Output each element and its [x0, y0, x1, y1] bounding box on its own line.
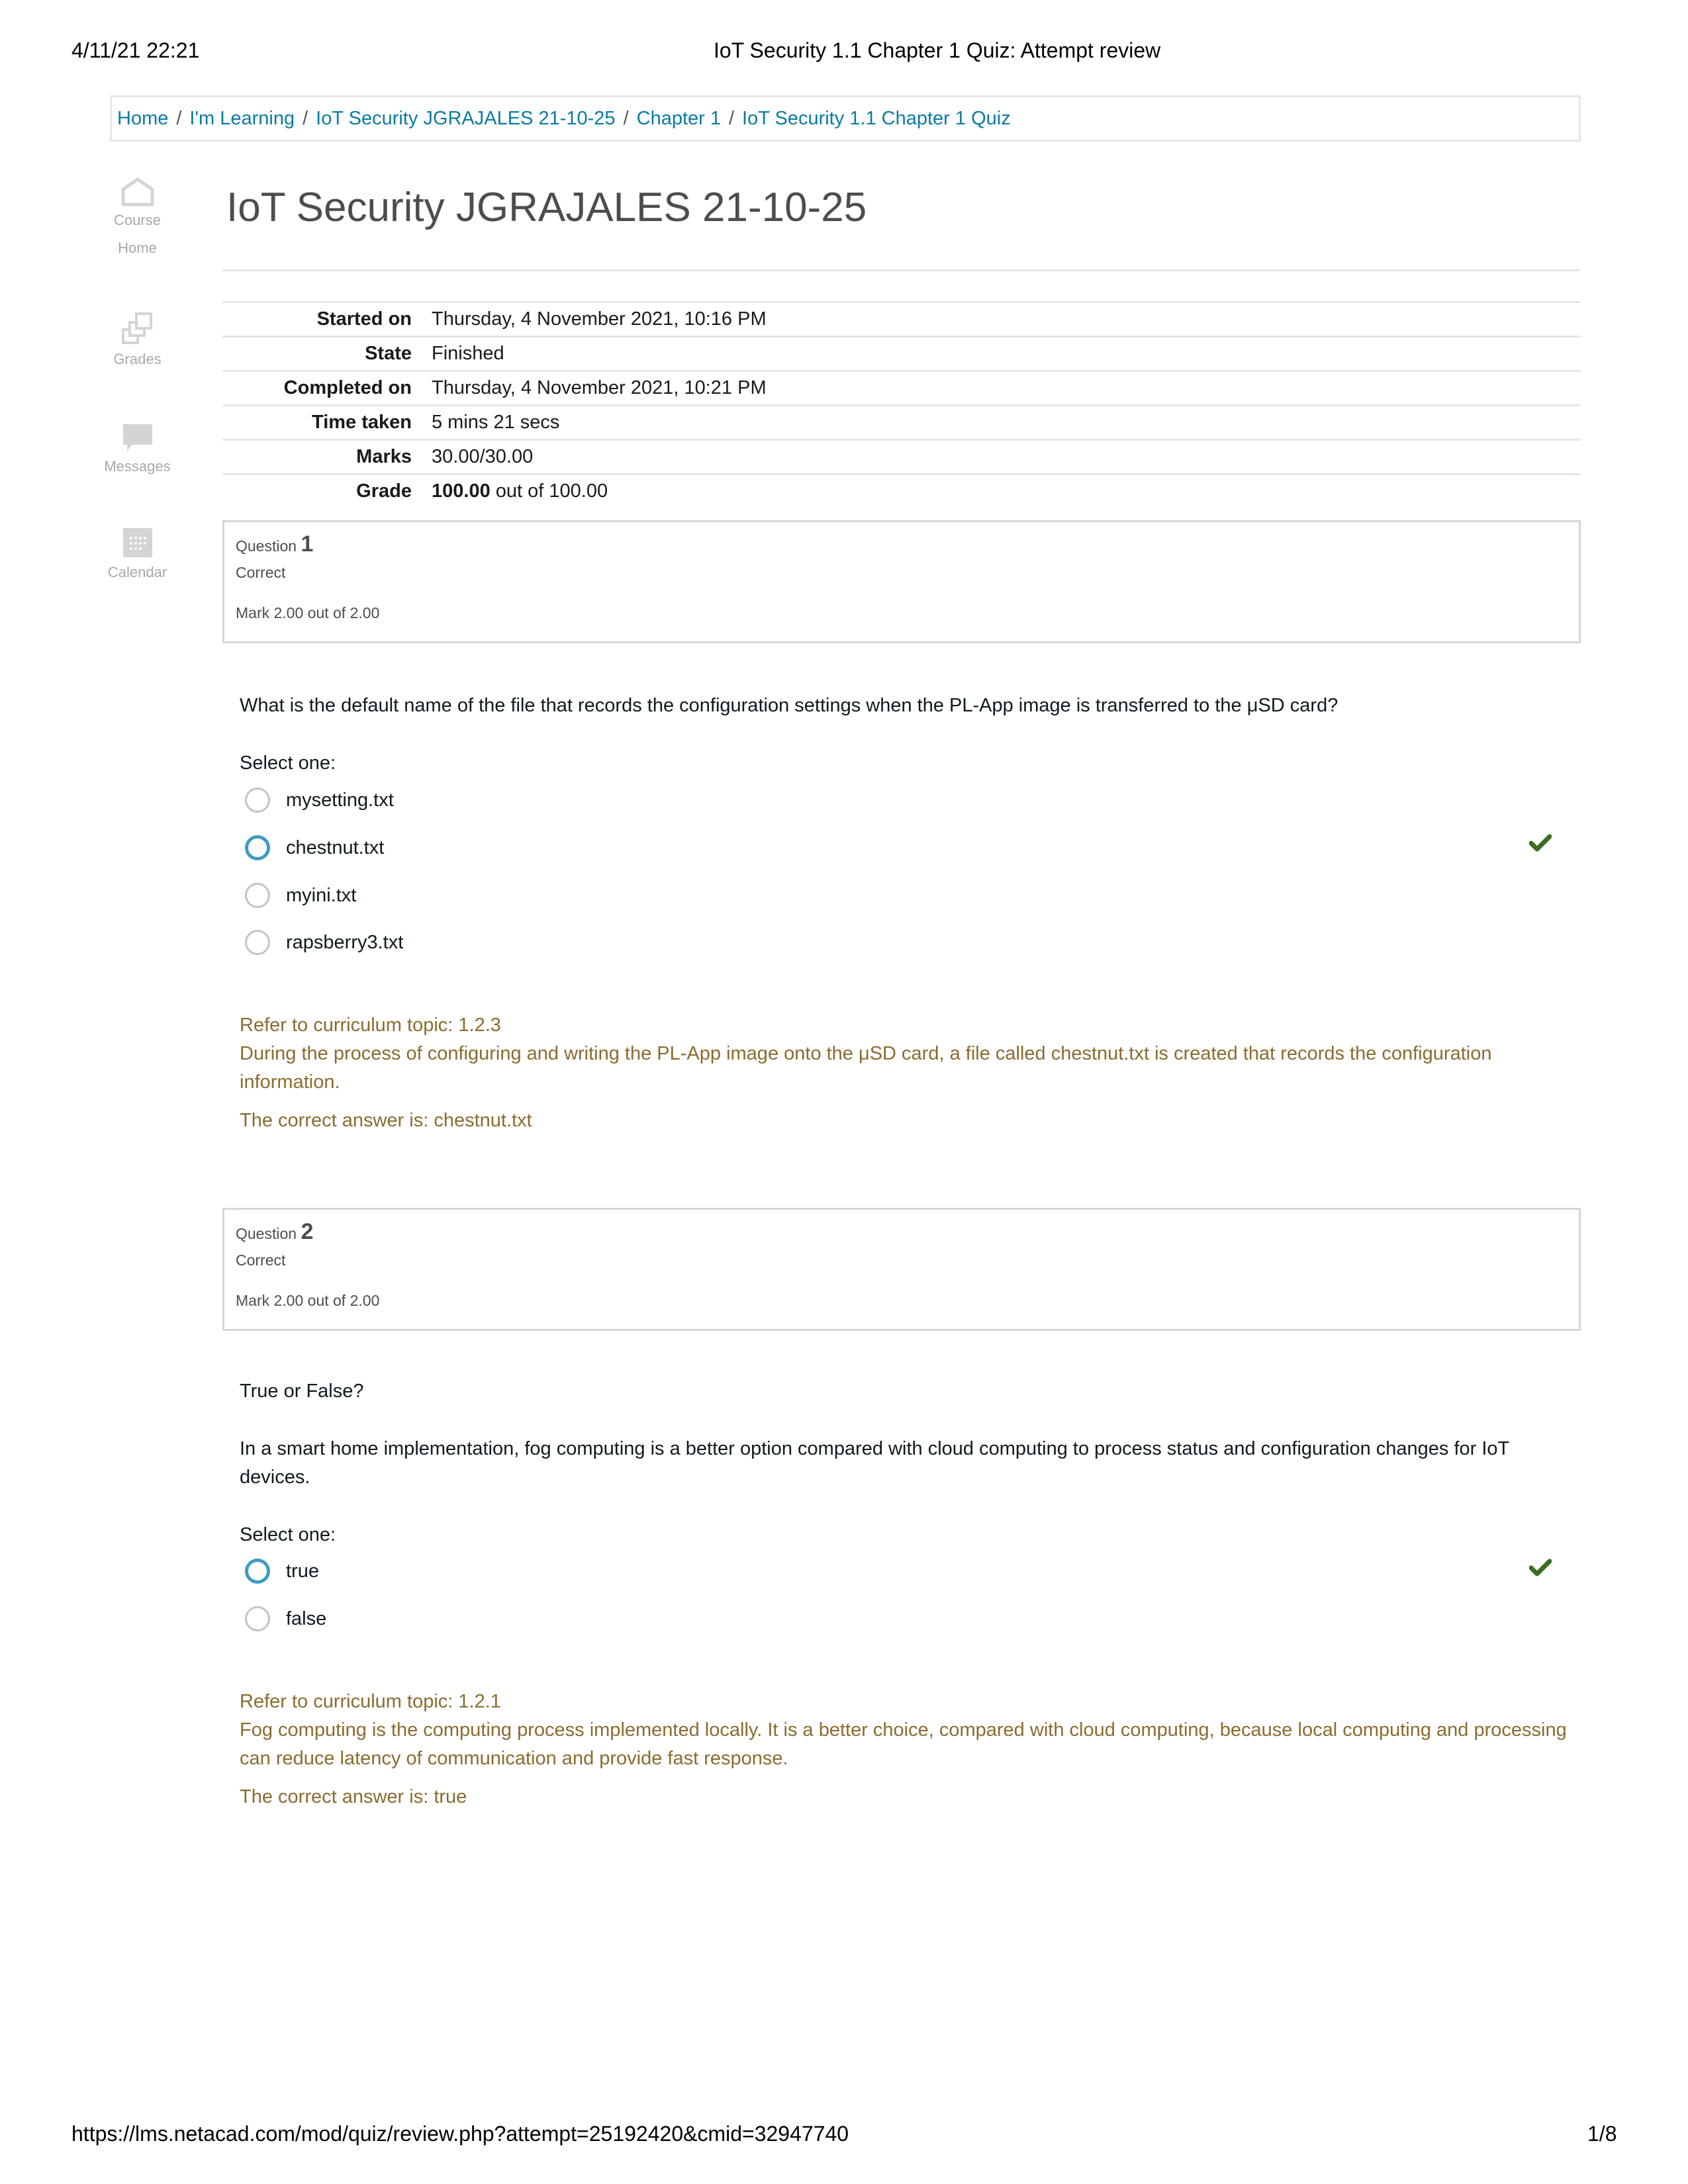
option-label: rapsberry3.txt — [286, 931, 404, 953]
question-2-correct-answer: The correct answer is: true — [240, 1786, 467, 1807]
question-2-text: In a smart home implementation, fog comp… — [240, 1438, 1509, 1488]
question-mark: Mark 2.00 out of 2.00 — [236, 604, 380, 621]
summary-row-started-on: Started on Thursday, 4 November 2021, 10… — [222, 301, 1581, 336]
question-label: Question — [236, 1225, 297, 1242]
question-1-option[interactable]: mysetting.txt — [245, 788, 394, 813]
print-datetime: 4/11/21 22:21 — [71, 38, 200, 62]
question-number-value: 2 — [301, 1219, 314, 1244]
summary-value: 5 mins 21 secs — [432, 412, 560, 433]
summary-value: Thursday, 4 November 2021, 10:21 PM — [432, 377, 767, 398]
question-state: Correct — [236, 564, 286, 581]
sidenav-label: Course — [114, 212, 161, 228]
option-label: chestnut.txt — [286, 837, 385, 858]
breadcrumb-separator: / — [176, 107, 182, 129]
option-label: mysetting.txt — [286, 789, 394, 811]
correct-check-icon — [1529, 1559, 1552, 1576]
breadcrumb: Home / I'm Learning / IoT Security JGRAJ… — [110, 95, 1581, 142]
summary-row-completed-on: Completed on Thursday, 4 November 2021, … — [222, 370, 1581, 404]
print-title: IoT Security 1.1 Chapter 1 Quiz: Attempt… — [714, 38, 1161, 62]
question-2-option[interactable]: false — [245, 1606, 326, 1631]
title-divider — [222, 269, 1581, 271]
option-label: myini.txt — [286, 884, 357, 906]
page-title: IoT Security JGRAJALES 21-10-25 — [226, 185, 867, 230]
summary-key: Grade — [356, 480, 412, 502]
question-1-feedback-topic: Refer to curriculum topic: 1.2.3 — [240, 1015, 501, 1036]
sidenav-label: Grades — [113, 351, 162, 367]
question-1-correct-answer: The correct answer is: chestnut.txt — [240, 1110, 532, 1131]
question-number-value: 1 — [301, 531, 314, 557]
grade-out-of: out of 100.00 — [490, 480, 608, 502]
question-1-option[interactable]: myini.txt — [245, 883, 356, 908]
calendar-icon — [122, 528, 152, 557]
summary-row-grade: Grade 100.00 out of 100.00 — [222, 473, 1581, 508]
question-1-info: Question 1 Correct Mark 2.00 out of 2.00 — [222, 520, 1581, 643]
question-1-text: What is the default name of the file tha… — [240, 695, 1338, 716]
summary-key: Time taken — [312, 412, 412, 433]
breadcrumb-chapter[interactable]: Chapter 1 — [637, 108, 721, 130]
grades-icon — [121, 312, 152, 344]
breadcrumb-home[interactable]: Home — [117, 108, 168, 130]
sidenav-course-home[interactable]: Course Home — [93, 177, 182, 262]
question-2-select-prompt: Select one: — [240, 1524, 336, 1545]
option-label: false — [286, 1608, 327, 1629]
breadcrumb-course[interactable]: IoT Security JGRAJALES 21-10-25 — [316, 108, 615, 130]
radio-button-selected[interactable] — [245, 1559, 270, 1584]
print-url: https://lms.netacad.com/mod/quiz/review.… — [71, 2122, 849, 2146]
sidenav-grades[interactable]: Grades — [93, 311, 182, 373]
question-2-feedback-topic: Refer to curriculum topic: 1.2.1 — [240, 1691, 501, 1712]
breadcrumb-quiz[interactable]: IoT Security 1.1 Chapter 1 Quiz — [742, 108, 1011, 130]
radio-button[interactable] — [245, 930, 270, 955]
summary-key: Completed on — [283, 377, 412, 398]
summary-value: 100.00 out of 100.00 — [432, 480, 608, 502]
question-state: Correct — [236, 1251, 286, 1269]
summary-row-time-taken: Time taken 5 mins 21 secs — [222, 404, 1581, 439]
sidenav-label: Messages — [104, 458, 171, 475]
question-1-option[interactable]: rapsberry3.txt — [245, 930, 403, 955]
summary-key: Marks — [356, 446, 412, 467]
question-1-option-selected[interactable]: chestnut.txt — [245, 835, 384, 860]
print-page-number: 1/8 — [1587, 2122, 1617, 2146]
summary-key: State — [365, 343, 412, 364]
question-2-option-selected[interactable]: true — [245, 1559, 319, 1584]
summary-value: Thursday, 4 November 2021, 10:16 PM — [432, 308, 767, 330]
sidenav-calendar[interactable]: Calendar — [93, 527, 182, 586]
question-1-feedback-text: During the process of configuring and wr… — [240, 1043, 1492, 1093]
radio-button[interactable] — [245, 883, 270, 908]
question-2-feedback-text: Fog computing is the computing process i… — [240, 1719, 1567, 1769]
question-number: Question 2 — [236, 1219, 1579, 1245]
radio-button-selected[interactable] — [245, 835, 270, 860]
question-1-select-prompt: Select one: — [240, 752, 336, 774]
messages-icon — [122, 424, 152, 451]
question-2-info: Question 2 Correct Mark 2.00 out of 2.00 — [222, 1208, 1581, 1331]
breadcrumb-separator: / — [623, 107, 629, 129]
summary-value: 30.00/30.00 — [432, 446, 534, 467]
sidenav-label: Calendar — [107, 564, 167, 580]
grade-score: 100.00 — [432, 480, 491, 502]
sidenav-messages[interactable]: Messages — [93, 422, 182, 480]
question-number: Question 1 — [236, 531, 1579, 557]
radio-button[interactable] — [245, 788, 270, 813]
home-icon — [121, 177, 154, 206]
breadcrumb-im-learning[interactable]: I'm Learning — [189, 108, 295, 130]
question-mark: Mark 2.00 out of 2.00 — [236, 1292, 380, 1309]
breadcrumb-separator: / — [728, 107, 735, 129]
summary-row-state: State Finished — [222, 336, 1581, 370]
breadcrumb-separator: / — [303, 107, 308, 129]
correct-check-icon — [1529, 834, 1552, 852]
question-2-intro: True or False? — [240, 1381, 364, 1402]
sidenav-label: Home — [118, 240, 157, 256]
attempt-summary-table: Started on Thursday, 4 November 2021, 10… — [222, 301, 1581, 508]
summary-value: Finished — [432, 343, 504, 364]
radio-button[interactable] — [245, 1606, 270, 1631]
summary-key: Started on — [316, 308, 412, 330]
option-label: true — [286, 1560, 319, 1582]
summary-row-marks: Marks 30.00/30.00 — [222, 439, 1581, 473]
question-label: Question — [236, 537, 297, 555]
